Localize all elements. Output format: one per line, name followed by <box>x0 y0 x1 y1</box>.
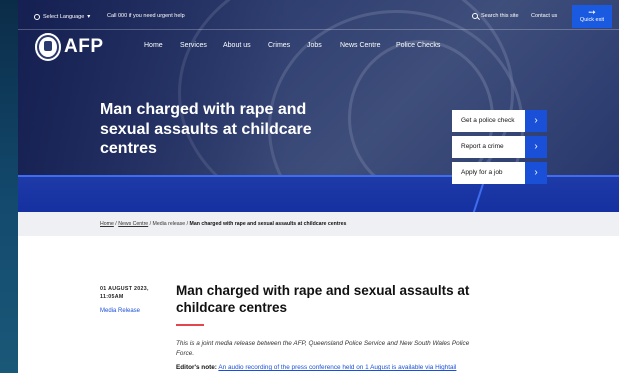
article-date-time: 11:05AM <box>100 294 124 300</box>
afp-crest-icon <box>35 33 61 61</box>
breadcrumb-home[interactable]: Home <box>100 221 114 227</box>
search-label: Search this site <box>481 13 519 19</box>
breadcrumb-current: Man charged with rape and sexual assault… <box>189 221 347 227</box>
nav-item-about-us[interactable]: About us <box>223 42 251 49</box>
action-label: Report a crime <box>452 136 525 158</box>
running-person-icon: ➙ <box>588 7 596 17</box>
article-date: 01 AUGUST 2023, 11:05AM <box>100 285 149 301</box>
nav-item-crimes[interactable]: Crimes <box>268 42 290 49</box>
utility-divider <box>18 29 619 30</box>
action-label: Apply for a job <box>452 162 525 184</box>
utility-bar: Select Language ▾ Call 000 if you need u… <box>18 6 619 28</box>
chevron-right-icon: › <box>525 110 547 132</box>
editors-note-label: Editor's note: <box>176 364 217 371</box>
chevron-right-icon: › <box>525 162 547 184</box>
nav-item-services[interactable]: Services <box>180 42 207 49</box>
get-police-check-button[interactable]: Get a police check › <box>452 110 547 132</box>
article-category-link[interactable]: Media Release <box>100 308 140 314</box>
article-title: Man charged with rape and sexual assault… <box>176 283 470 315</box>
quick-exit-label: Quick exit <box>579 17 605 23</box>
quick-exit-button[interactable]: ➙ Quick exit <box>572 5 612 28</box>
contact-link[interactable]: Contact us <box>531 13 557 19</box>
apply-for-job-button[interactable]: Apply for a job › <box>452 162 547 184</box>
audio-recording-link[interactable]: An audio recording of the press conferen… <box>218 364 456 371</box>
editors-note: Editor's note: An audio recording of the… <box>176 364 506 371</box>
action-label: Get a police check <box>452 110 525 132</box>
language-label: Select Language <box>43 13 85 20</box>
chevron-down-icon: ▾ <box>87 14 91 20</box>
afp-logo[interactable]: AFP <box>35 33 104 61</box>
title-underline <box>176 324 204 326</box>
article-date-day: 01 AUGUST 2023, <box>100 286 149 292</box>
breadcrumb-bar: Home / News Centre / Media release / Man… <box>18 212 619 236</box>
breadcrumb: Home / News Centre / Media release / Man… <box>100 221 346 227</box>
article-intro: This is a joint media release between th… <box>176 340 470 357</box>
search-button[interactable]: Search this site <box>472 13 519 19</box>
breadcrumb-news-centre[interactable]: News Centre <box>118 221 148 227</box>
nav-item-police-checks[interactable]: Police Checks <box>396 42 440 49</box>
logo-text: AFP <box>64 36 104 57</box>
browser-viewport: Select Language ▾ Call 000 if you need u… <box>18 0 619 373</box>
breadcrumb-separator: / <box>115 221 117 227</box>
language-selector[interactable]: Select Language ▾ <box>34 13 90 20</box>
nav-item-news-centre[interactable]: News Centre <box>340 42 380 49</box>
breadcrumb-media-release[interactable]: Media release <box>153 221 186 227</box>
hero-headline: Man charged with rape and sexual assault… <box>100 101 312 157</box>
hero-banner: Select Language ▾ Call 000 if you need u… <box>18 0 619 212</box>
report-crime-button[interactable]: Report a crime › <box>452 136 547 158</box>
nav-item-jobs[interactable]: Jobs <box>307 42 322 49</box>
nav-item-home[interactable]: Home <box>144 42 163 49</box>
urgent-help-link[interactable]: Call 000 if you need urgent help <box>107 13 185 19</box>
chevron-right-icon: › <box>525 136 547 158</box>
search-icon <box>472 13 478 19</box>
breadcrumb-separator: / <box>186 221 189 227</box>
breadcrumb-separator: / <box>149 221 152 227</box>
globe-icon <box>34 13 40 20</box>
